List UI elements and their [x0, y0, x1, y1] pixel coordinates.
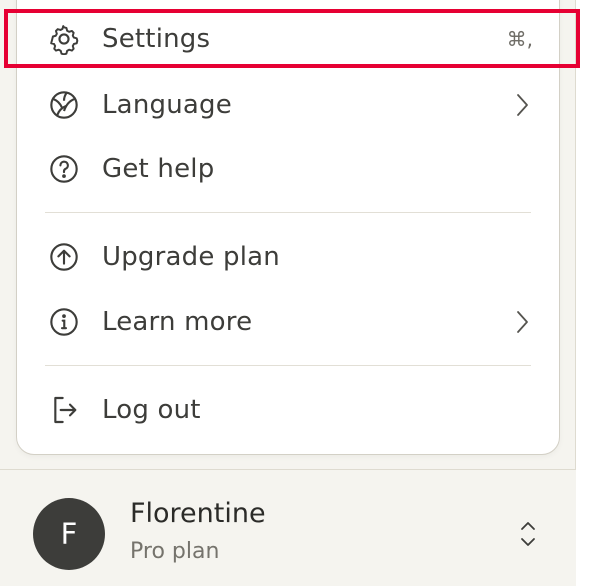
log-out-label: Log out [102, 395, 201, 425]
arrow-up-circle-icon [47, 240, 81, 274]
upgrade-plan-label: Upgrade plan [102, 242, 280, 272]
language-label: Language [102, 90, 232, 120]
scrollbar-track [575, 0, 592, 586]
account-switcher[interactable]: F Florentine Pro plan [0, 470, 576, 586]
settings-highlight-box [4, 9, 580, 68]
menu-divider [45, 365, 531, 366]
chevron-right-icon [511, 309, 533, 335]
chevron-right-icon [511, 92, 533, 118]
menu-item-log-out[interactable]: Log out [47, 382, 533, 438]
menu-item-get-help[interactable]: Get help [47, 141, 533, 197]
user-name: Florentine [130, 498, 266, 529]
menu-divider [45, 212, 531, 213]
get-help-label: Get help [102, 154, 215, 184]
user-plan: Pro plan [130, 539, 220, 564]
chevron-up-down-icon[interactable] [516, 520, 540, 548]
globe-icon [47, 88, 81, 122]
info-circle-icon [47, 305, 81, 339]
learn-more-label: Learn more [102, 307, 253, 337]
question-circle-icon [47, 152, 81, 186]
menu-item-language[interactable]: Language [47, 77, 533, 133]
account-menu-page: Settings ⌘, Language Get help Upgrade pl… [0, 0, 592, 586]
account-dropdown-menu: Settings ⌘, Language Get help Upgrade pl… [16, 0, 560, 455]
menu-item-learn-more[interactable]: Learn more [47, 294, 533, 350]
avatar: F [33, 498, 105, 570]
logout-icon [47, 393, 81, 427]
menu-item-upgrade-plan[interactable]: Upgrade plan [47, 229, 533, 285]
